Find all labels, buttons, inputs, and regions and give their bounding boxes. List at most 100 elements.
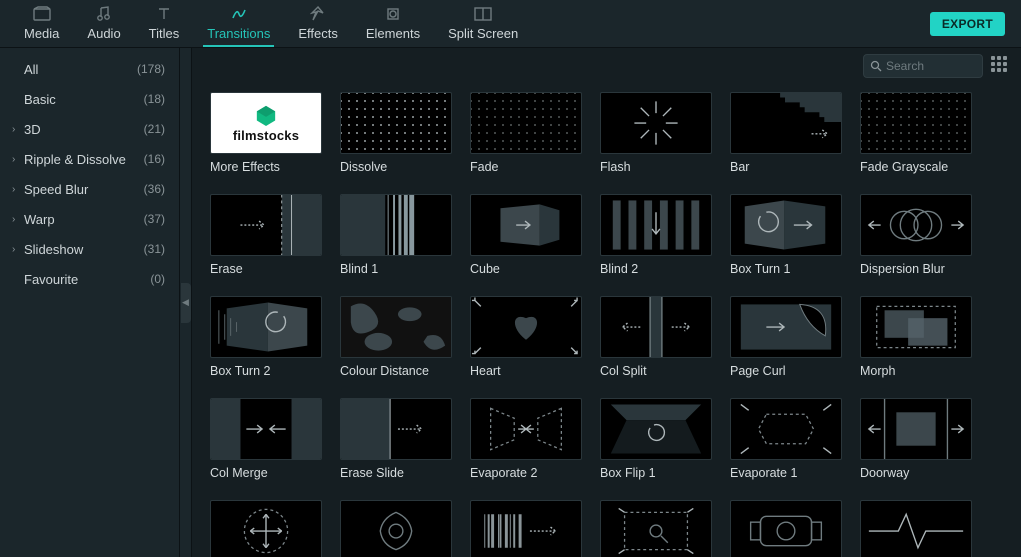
sidebar-item-count: (16) (144, 152, 165, 166)
tab-label: Audio (87, 26, 120, 41)
transition-card[interactable]: Dispersion Blur (860, 194, 972, 276)
transition-card[interactable]: Col Merge (210, 398, 322, 480)
sidebar-item-count: (36) (144, 182, 165, 196)
sidebar-item-3d[interactable]: ›3D(21) (0, 114, 179, 144)
sidebar-item-basic[interactable]: Basic(18) (0, 84, 179, 114)
transition-label: Box Turn 1 (730, 262, 842, 276)
sidebar-item-label: Warp (24, 212, 144, 227)
chevron-right-icon: › (12, 154, 22, 165)
transition-label: Erase Slide (340, 466, 452, 480)
transition-card[interactable]: filmstocksMore Effects (210, 92, 322, 174)
transition-card[interactable]: Erase (210, 194, 322, 276)
transitions-scroll[interactable]: filmstocksMore EffectsDissolveFadeFlashB… (192, 84, 1021, 557)
transition-card[interactable] (210, 500, 322, 557)
sidebar-item-speed-blur[interactable]: ›Speed Blur(36) (0, 174, 179, 204)
transition-label: Col Split (600, 364, 712, 378)
transition-card[interactable]: Bar (730, 92, 842, 174)
transition-thumbnail (340, 296, 452, 358)
tab-transitions[interactable]: Transitions (193, 1, 284, 47)
transition-card[interactable]: Evaporate 1 (730, 398, 842, 480)
transition-label: Evaporate 1 (730, 466, 842, 480)
transition-thumbnail (210, 296, 322, 358)
transition-card[interactable] (860, 500, 972, 557)
sidebar-item-all[interactable]: All(178) (0, 54, 179, 84)
search-icon (870, 60, 882, 72)
effects-icon (310, 5, 326, 23)
transition-card[interactable] (730, 500, 842, 557)
transition-thumbnail (470, 296, 582, 358)
tab-elements[interactable]: Elements (352, 1, 434, 47)
sidebar-item-label: Ripple & Dissolve (24, 152, 144, 167)
transition-card[interactable]: Doorway (860, 398, 972, 480)
transition-card[interactable]: Page Curl (730, 296, 842, 378)
tab-audio[interactable]: Audio (73, 1, 134, 47)
transition-card[interactable]: Heart (470, 296, 582, 378)
transition-label: Heart (470, 364, 582, 378)
transition-card[interactable]: Fade (470, 92, 582, 174)
transition-card[interactable]: Box Turn 1 (730, 194, 842, 276)
transition-thumbnail (600, 296, 712, 358)
sidebar-item-count: (37) (144, 212, 165, 226)
transitions-icon (230, 5, 248, 23)
transition-thumbnail (210, 500, 322, 557)
transition-thumbnail (340, 500, 452, 557)
sidebar-item-favourite[interactable]: Favourite(0) (0, 264, 179, 294)
transition-card[interactable]: Colour Distance (340, 296, 452, 378)
transition-thumbnail (730, 92, 842, 154)
transition-card[interactable] (340, 500, 452, 557)
main-panel: filmstocksMore EffectsDissolveFadeFlashB… (192, 48, 1021, 557)
grid-view-button[interactable] (991, 56, 1011, 76)
transition-thumbnail (600, 92, 712, 154)
sidebar-item-label: Basic (24, 92, 144, 107)
tab-splitscreen[interactable]: Split Screen (434, 1, 532, 47)
transition-label: Doorway (860, 466, 972, 480)
search-field[interactable] (863, 54, 983, 78)
audio-icon (96, 5, 112, 23)
transition-label: Fade (470, 160, 582, 174)
transition-card[interactable]: Cube (470, 194, 582, 276)
sidebar-item-warp[interactable]: ›Warp(37) (0, 204, 179, 234)
transition-thumbnail (470, 92, 582, 154)
splitscreen-icon (474, 5, 492, 23)
sidebar-item-slideshow[interactable]: ›Slideshow(31) (0, 234, 179, 264)
sidebar-item-count: (31) (144, 242, 165, 256)
search-input[interactable] (886, 59, 976, 73)
top-tab-bar: Media Audio Titles Transitions EffectsElemen… (0, 0, 1021, 48)
transition-card[interactable]: Box Flip 1 (600, 398, 712, 480)
sidebar-item-label: Speed Blur (24, 182, 144, 197)
collapse-handle[interactable]: ◀ (180, 48, 192, 557)
transition-thumbnail (340, 398, 452, 460)
transition-label: Cube (470, 262, 582, 276)
sidebar-item-count: (21) (144, 122, 165, 136)
transition-label: Box Flip 1 (600, 466, 712, 480)
transition-card[interactable]: Box Turn 2 (210, 296, 322, 378)
transition-label: Dissolve (340, 160, 452, 174)
transition-card[interactable]: Dissolve (340, 92, 452, 174)
transition-thumbnail (340, 92, 452, 154)
transition-label: Box Turn 2 (210, 364, 322, 378)
transition-card[interactable]: Erase Slide (340, 398, 452, 480)
transition-card[interactable] (600, 500, 712, 557)
transition-card[interactable]: Evaporate 2 (470, 398, 582, 480)
media-icon (33, 5, 51, 23)
transition-card[interactable]: Morph (860, 296, 972, 378)
tab-effects[interactable]: Effects (284, 1, 352, 47)
transition-card[interactable] (470, 500, 582, 557)
transition-label: Evaporate 2 (470, 466, 582, 480)
transition-card[interactable]: Fade Grayscale (860, 92, 972, 174)
transition-card[interactable]: Blind 1 (340, 194, 452, 276)
transition-card[interactable]: Col Split (600, 296, 712, 378)
tab-titles[interactable]: Titles (135, 1, 194, 47)
transition-card[interactable]: Blind 2 (600, 194, 712, 276)
export-button[interactable]: EXPORT (930, 12, 1005, 36)
tab-label: Transitions (207, 26, 270, 41)
transition-thumbnail (860, 194, 972, 256)
transition-thumbnail (210, 398, 322, 460)
tab-label: Media (24, 26, 59, 41)
transition-card[interactable]: Flash (600, 92, 712, 174)
transition-thumbnail (600, 398, 712, 460)
transition-thumbnail (340, 194, 452, 256)
sidebar-item-label: All (24, 62, 137, 77)
sidebar-item-ripple-dissolve[interactable]: ›Ripple & Dissolve(16) (0, 144, 179, 174)
tab-media[interactable]: Media (10, 1, 73, 47)
